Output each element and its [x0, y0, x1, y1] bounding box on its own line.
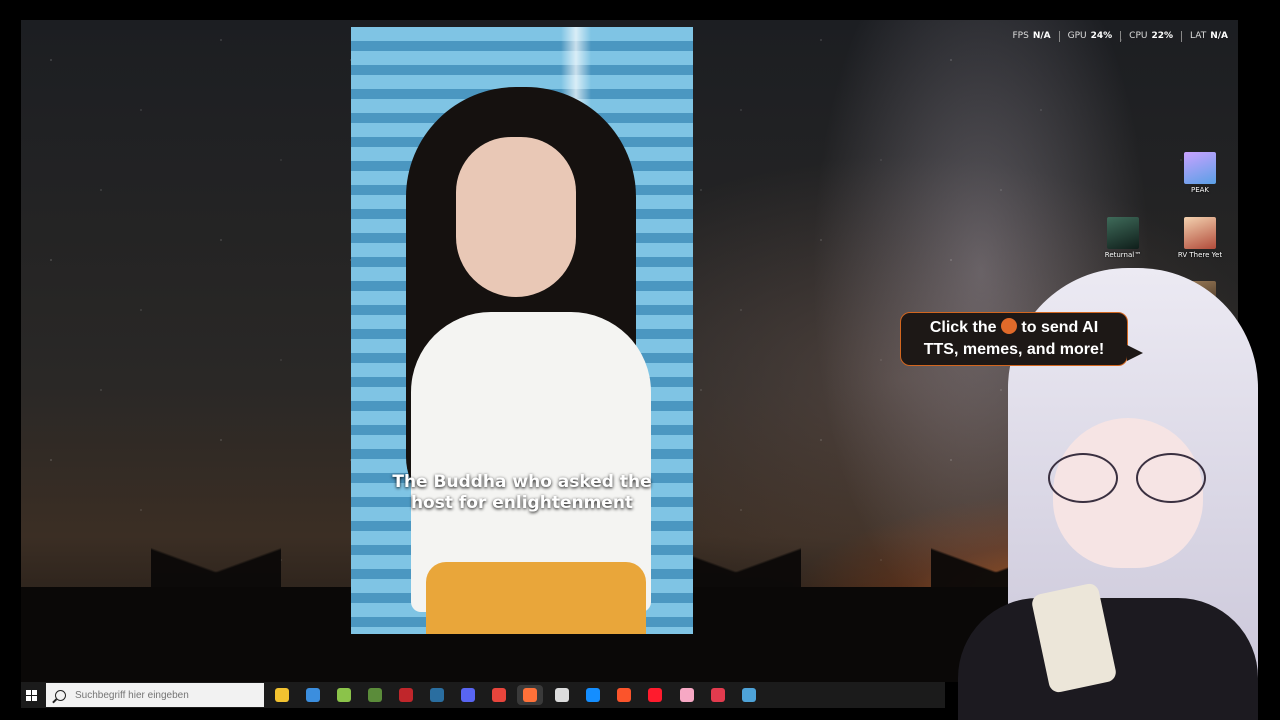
- file-explorer-icon: [275, 688, 289, 702]
- latency-stat: LAT N/A: [1190, 31, 1228, 41]
- obs-icon: [555, 688, 569, 702]
- fps-stat: FPS N/A: [1012, 31, 1051, 41]
- taskbar-app-brave[interactable]: [614, 685, 634, 705]
- divider: [1181, 31, 1183, 42]
- glasses-lens-left: [1048, 453, 1118, 503]
- avatar-glasses: [1048, 453, 1208, 503]
- taskbar-app-mouse-app[interactable]: [396, 685, 416, 705]
- red-app-icon: [711, 688, 725, 702]
- taskbar-app-discord[interactable]: [458, 685, 478, 705]
- store-icon: [306, 688, 320, 702]
- taskbar-app-file-explorer[interactable]: [272, 685, 292, 705]
- desktop-icon-returnal[interactable]: Returnal™: [1093, 217, 1153, 259]
- chrome-icon: [492, 688, 506, 702]
- desktop-icon-peak[interactable]: PEAK: [1170, 152, 1230, 194]
- taskbar-app-pink-app[interactable]: [677, 685, 697, 705]
- video-person-face: [456, 137, 576, 297]
- taskbar-app-firefox[interactable]: [517, 685, 543, 705]
- steam-icon: [430, 688, 444, 702]
- taskbar-app-obs[interactable]: [552, 685, 572, 705]
- glasses-lens-right: [1136, 453, 1206, 503]
- steam-2-icon: [742, 688, 756, 702]
- firefox-icon: [523, 688, 537, 702]
- bubble-pointer: [1127, 345, 1143, 361]
- divider: [1120, 31, 1122, 42]
- taskbar-app-opera[interactable]: [645, 685, 665, 705]
- cpu-stat: CPU 22%: [1129, 31, 1174, 41]
- desktop-icon-rv-there-yet[interactable]: RV There Yet: [1170, 217, 1230, 259]
- video-person-skirt: [426, 562, 646, 634]
- discord-icon: [461, 688, 475, 702]
- basketball-icon: [1000, 318, 1017, 334]
- battle-net-icon: [586, 688, 600, 702]
- taskbar-app-android-app[interactable]: [334, 685, 354, 705]
- brave-icon: [617, 688, 631, 702]
- taskbar-app-steam-2[interactable]: [739, 685, 759, 705]
- taskbar-app-battle-net[interactable]: [583, 685, 603, 705]
- android-app-icon: [337, 688, 351, 702]
- taskbar-search[interactable]: [46, 683, 264, 707]
- taskbar-app-store[interactable]: [303, 685, 323, 705]
- opera-icon: [648, 688, 662, 702]
- peak-icon: [1184, 152, 1216, 184]
- pink-app-icon: [680, 688, 694, 702]
- rv-there-yet-icon: [1184, 217, 1216, 249]
- taskbar: [21, 682, 945, 708]
- taskbar-app-chrome[interactable]: [489, 685, 509, 705]
- taskbar-app-steam[interactable]: [427, 685, 447, 705]
- search-input[interactable]: [75, 689, 255, 701]
- performance-overlay: FPS N/A GPU 24% CPU 22% LAT N/A: [1012, 31, 1228, 42]
- stream-callout-bubble: Click the to send AI TTS, memes, and mor…: [900, 312, 1143, 366]
- taskbar-app-red-app[interactable]: [708, 685, 728, 705]
- taskbar-app-minecraft[interactable]: [365, 685, 385, 705]
- minecraft-icon: [368, 688, 382, 702]
- divider: [1058, 31, 1060, 42]
- returnal-icon: [1107, 217, 1139, 249]
- mouse-app-icon: [399, 688, 413, 702]
- start-button[interactable]: [21, 682, 41, 708]
- windows-icon: [25, 689, 37, 701]
- search-icon: [55, 689, 66, 701]
- gpu-stat: GPU 24%: [1067, 31, 1113, 41]
- video-subtitle: The Buddha who asked the host for enligh…: [392, 472, 652, 513]
- video-player[interactable]: The Buddha who asked the host for enligh…: [351, 27, 693, 634]
